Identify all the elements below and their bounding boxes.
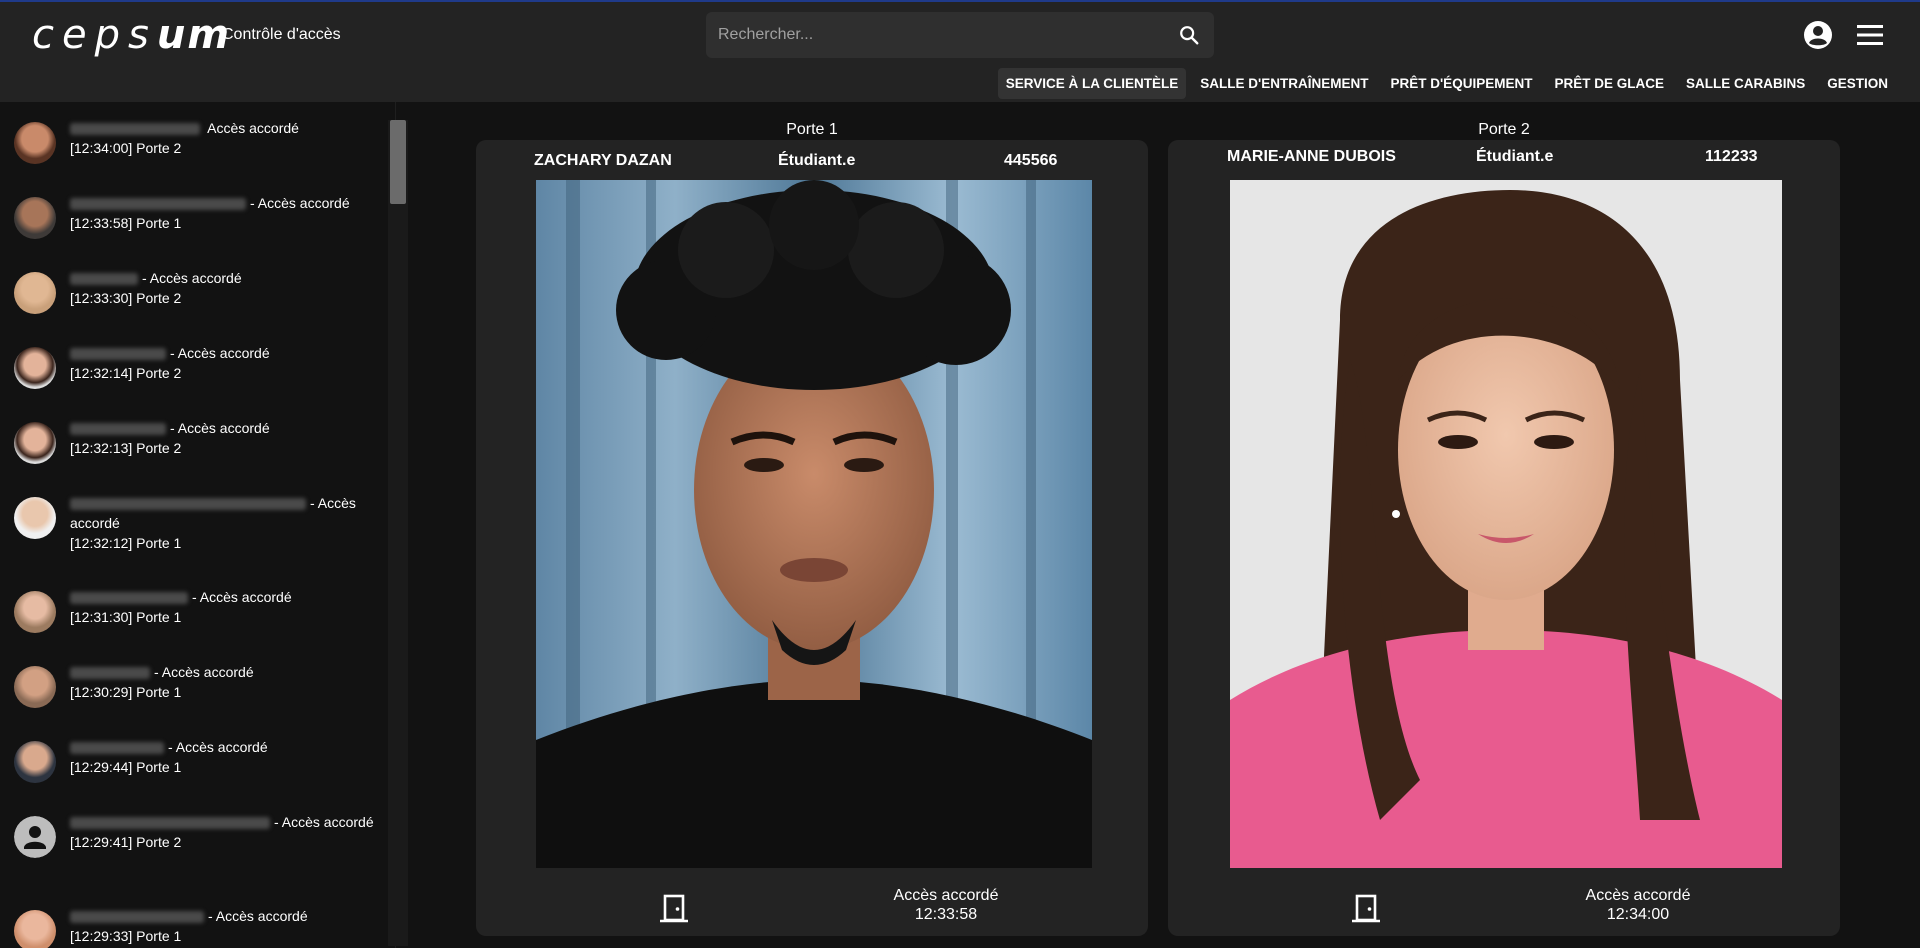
- blurred-name: [70, 667, 150, 680]
- log-entry[interactable]: - Accès accordé [12:33:58] Porte 1: [0, 177, 395, 252]
- cepsum-logo[interactable]: cepsum: [32, 12, 231, 58]
- account-circle-icon[interactable]: [1803, 20, 1833, 50]
- search-input[interactable]: [718, 12, 1158, 58]
- blurred-name: [70, 423, 166, 436]
- menu-icon[interactable]: [1856, 22, 1884, 48]
- nav-gestion[interactable]: GESTION: [1819, 68, 1896, 99]
- log-entry[interactable]: - Accès accordé [12:30:29] Porte 1: [0, 646, 395, 721]
- access-status-text: Accès accordé: [893, 887, 999, 904]
- blurred-name: [70, 742, 164, 755]
- log-entry[interactable]: - Accès accordé [12:29:44] Porte 1: [0, 721, 395, 796]
- access-status: Accès accordé 12:34:00: [1548, 886, 1728, 924]
- person-photo: [536, 180, 1092, 868]
- blurred-name: [70, 911, 204, 924]
- search-icon[interactable]: [1178, 24, 1200, 46]
- door-2-card: MARIE-ANNE DUBOIS Étudiant.e 112233 Accè…: [1168, 140, 1840, 936]
- blurred-name: [70, 817, 270, 830]
- person-role: Étudiant.e: [1476, 148, 1554, 165]
- log-entry[interactable]: Accès accordé [12:34:00] Porte 2: [0, 102, 395, 177]
- card-header: MARIE-ANNE DUBOIS Étudiant.e 112233: [1168, 148, 1840, 170]
- blurred-name: [70, 498, 306, 511]
- avatar: [14, 272, 56, 314]
- avatar: [14, 197, 56, 239]
- log-entry[interactable]: - Accès accordé [12:32:12] Porte 1: [0, 477, 395, 571]
- avatar: [14, 122, 56, 164]
- app-subtitle: Contrôle d'accès: [222, 26, 341, 43]
- card-header: ZACHARY DAZAN Étudiant.e 445566: [476, 152, 1148, 174]
- avatar: [14, 347, 56, 389]
- door-2-label: Porte 2: [1478, 121, 1530, 138]
- avatar: [14, 910, 56, 948]
- log-entry[interactable]: - Accès accordé [12:32:14] Porte 2: [0, 327, 395, 402]
- blurred-name: [70, 123, 200, 136]
- avatar: [14, 666, 56, 708]
- door-1-label: Porte 1: [786, 121, 838, 138]
- default-avatar-icon: [14, 816, 56, 858]
- log-entry[interactable]: - Accès accordé [12:29:33] Porte 1: [0, 890, 395, 948]
- person-name: MARIE-ANNE DUBOIS: [1227, 148, 1396, 165]
- person-id: 445566: [1004, 152, 1058, 169]
- blurred-name: [70, 348, 166, 361]
- log-entry[interactable]: - Accès accordé [12:31:30] Porte 1: [0, 571, 395, 646]
- avatar: [14, 741, 56, 783]
- nav-pret-glace[interactable]: PRÊT DE GLACE: [1546, 68, 1672, 99]
- sidebar-scrollbar-track[interactable]: [388, 120, 408, 946]
- nav-salle-entrainement[interactable]: SALLE D'ENTRAÎNEMENT: [1192, 68, 1376, 99]
- search-box: [706, 12, 1214, 58]
- door-icon: [1352, 894, 1380, 923]
- access-status: Accès accordé 12:33:58: [856, 886, 1036, 924]
- blurred-name: [70, 198, 246, 211]
- log-entry[interactable]: - Accès accordé [12:29:41] Porte 2: [0, 796, 395, 890]
- log-entry[interactable]: - Accès accordé [12:33:30] Porte 2: [0, 252, 395, 327]
- blurred-name: [70, 592, 188, 605]
- avatar: [14, 497, 56, 539]
- blurred-name: [70, 273, 138, 286]
- door-icon: [660, 894, 688, 923]
- access-status-text: Accès accordé: [1585, 887, 1691, 904]
- person-id: 112233: [1705, 148, 1758, 165]
- avatar: [14, 591, 56, 633]
- door-1-card: ZACHARY DAZAN Étudiant.e 445566 Accès ac…: [476, 140, 1148, 936]
- card-footer: Accès accordé 12:33:58: [476, 882, 1148, 932]
- nav-service-clientele[interactable]: SERVICE À LA CLIENTÈLE: [997, 68, 1187, 99]
- nav-salle-carabins[interactable]: SALLE CARABINS: [1678, 68, 1813, 99]
- main-nav: SERVICE À LA CLIENTÈLE SALLE D'ENTRAÎNEM…: [997, 68, 1896, 99]
- nav-pret-equipement[interactable]: PRÊT D'ÉQUIPEMENT: [1382, 68, 1540, 99]
- access-time: 12:34:00: [1606, 906, 1670, 923]
- avatar: [14, 422, 56, 464]
- sidebar-scrollbar-thumb[interactable]: [390, 120, 406, 204]
- access-log-sidebar: Accès accordé [12:34:00] Porte 2 - Accès …: [0, 102, 396, 948]
- log-entry[interactable]: - Accès accordé [12:32:13] Porte 2: [0, 402, 395, 477]
- person-name: ZACHARY DAZAN: [534, 152, 672, 169]
- access-time: 12:33:58: [914, 906, 978, 923]
- person-role: Étudiant.e: [778, 152, 856, 169]
- person-photo: [1230, 180, 1782, 868]
- card-footer: Accès accordé 12:34:00: [1168, 882, 1840, 932]
- top-app-bar: cepsum Contrôle d'accès SERVICE À LA CLI…: [0, 0, 1920, 102]
